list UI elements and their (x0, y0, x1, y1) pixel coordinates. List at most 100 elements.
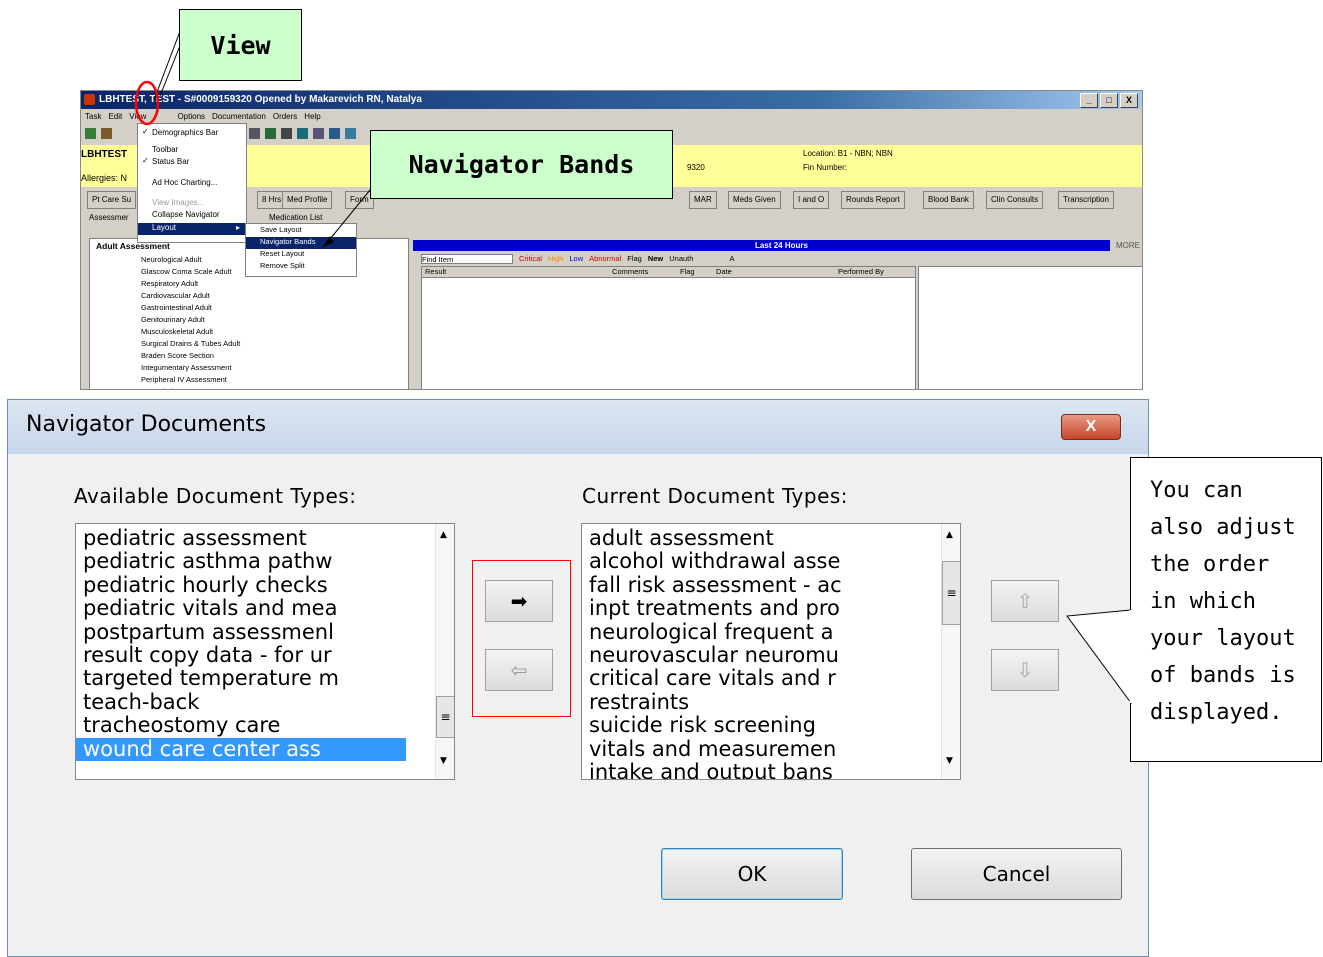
filter-unauth[interactable]: Unauth (669, 254, 693, 264)
available-type-item[interactable]: pediatric asthma pathw (76, 550, 406, 573)
menu-item-demographics-bar[interactable]: Demographics Bar (152, 128, 218, 137)
move-up-button[interactable]: ⇧ (991, 580, 1059, 622)
nav-item[interactable]: Peripheral IV Assessment (141, 374, 240, 386)
tab-transcription[interactable]: Transcription (1058, 191, 1114, 209)
toolbar-icon[interactable] (329, 128, 340, 139)
available-type-item[interactable]: result copy data - for ur (76, 643, 406, 667)
scroll-thumb[interactable]: ≡ (942, 561, 960, 625)
current-type-item[interactable]: neurovascular neuromu (582, 643, 912, 667)
tab-mar[interactable]: MAR (689, 191, 717, 209)
tab-meds-given[interactable]: Meds Given (728, 191, 781, 209)
nav-item[interactable]: Braden Score Section (141, 350, 240, 362)
menu-item-save-layout[interactable]: Save Layout (260, 225, 302, 234)
tab-med-profile[interactable]: Med Profile (282, 191, 333, 209)
current-type-item[interactable]: critical care vitals and r (582, 667, 912, 690)
toolbar-icon[interactable] (281, 128, 292, 139)
tab-blood-bank[interactable]: Blood Bank (923, 191, 974, 209)
nav-item[interactable]: Surgical Drains & Tubes Adult (141, 338, 240, 350)
nav-item[interactable]: Cardiovascular Adult (141, 290, 240, 302)
nav-item[interactable]: Musculoskeletal Adult (141, 326, 240, 338)
scroll-up-icon[interactable]: ▲ (440, 530, 447, 540)
scroll-thumb[interactable]: ≡ (436, 696, 454, 738)
more-button[interactable]: MORE (1110, 240, 1142, 251)
tab-rounds-report[interactable]: Rounds Report (841, 191, 905, 209)
current-type-item[interactable]: restraints (582, 690, 912, 714)
current-type-item[interactable]: alcohol withdrawal asse (582, 550, 912, 573)
menu-orders[interactable]: Orders (273, 110, 297, 124)
ok-button[interactable]: OK (661, 848, 843, 900)
toolbar-icon[interactable] (313, 128, 324, 139)
move-right-button[interactable]: ➡ (485, 580, 553, 622)
nav-item[interactable]: Genitourinary Adult (141, 314, 240, 326)
dialog-close-button[interactable]: X (1061, 414, 1121, 440)
nav-item[interactable]: Integumentary Assessment (141, 362, 240, 374)
close-app-button[interactable]: X (1120, 93, 1138, 108)
column-flag[interactable]: Flag (680, 267, 695, 276)
filter-flag[interactable]: Flag (627, 254, 642, 264)
scroll-up-icon[interactable]: ▲ (946, 530, 953, 540)
filter-low[interactable]: Low (569, 254, 583, 264)
filter-critical[interactable]: Critical (519, 254, 542, 264)
maximize-button[interactable]: □ (1100, 93, 1118, 108)
nav-item[interactable]: Neurological Adult (141, 254, 240, 266)
menu-item-navigator-bands[interactable]: Navigator Bands (246, 237, 356, 249)
menu-item-toolbar[interactable]: Toolbar (152, 145, 178, 154)
available-type-item[interactable]: pediatric hourly checks (76, 573, 406, 597)
menu-edit[interactable]: Edit (108, 110, 122, 124)
nav-item[interactable]: Glascow Coma Scale Adult (141, 266, 240, 278)
column-result[interactable]: Result (425, 267, 446, 276)
available-type-item[interactable]: postpartum assessmenl (76, 620, 406, 644)
scroll-down-icon[interactable]: ▼ (440, 756, 447, 766)
menu-item-remove-split[interactable]: Remove Split (260, 261, 305, 270)
toolbar-icon[interactable] (265, 128, 276, 139)
available-type-item[interactable]: teach-back (76, 690, 406, 714)
tab-i-and-o[interactable]: I and O (793, 191, 830, 209)
available-type-item[interactable]: tracheostomy care (76, 713, 406, 737)
menu-options[interactable]: Options (177, 110, 205, 124)
menu-item-reset-layout[interactable]: Reset Layout (260, 249, 304, 258)
filter-high[interactable]: High (548, 254, 563, 264)
toolbar-icon[interactable] (345, 128, 356, 139)
current-type-item[interactable]: adult assessment (582, 526, 912, 550)
available-type-item[interactable]: targeted temperature m (76, 667, 406, 690)
current-type-item[interactable]: suicide risk screening (582, 713, 912, 737)
menu-help[interactable]: Help (304, 110, 320, 124)
menu-item-status-bar[interactable]: Status Bar (152, 157, 189, 166)
nav-item[interactable]: Gastrointestinal Adult (141, 302, 240, 314)
nav-item[interactable]: Respiratory Adult (141, 278, 240, 290)
tab-pt-care-summary[interactable]: Pt Care Su (87, 191, 137, 209)
tab-assessment[interactable]: Assessmer (89, 213, 129, 222)
available-type-item[interactable]: wound care center ass (76, 737, 406, 761)
cancel-button[interactable]: Cancel (911, 848, 1122, 900)
filter-abnormal[interactable]: Abnormal (589, 254, 621, 264)
current-types-list[interactable]: adult assessment alcohol withdrawal asse f… (581, 523, 961, 780)
toolbar-icon[interactable] (101, 128, 112, 139)
menu-item-layout[interactable]: Layout (138, 223, 246, 235)
move-down-button[interactable]: ⇩ (991, 649, 1059, 691)
available-type-item[interactable]: pediatric assessment (76, 526, 406, 550)
filter-all[interactable]: A (729, 254, 734, 264)
column-date[interactable]: Date (716, 267, 732, 276)
menu-task[interactable]: Task (85, 110, 101, 124)
menu-item-collapse-navigator[interactable]: Collapse Navigator (152, 210, 220, 219)
minimize-button[interactable]: _ (1080, 93, 1098, 108)
filter-new[interactable]: New (648, 254, 663, 264)
tab-clin-consults[interactable]: Clin Consults (986, 191, 1044, 209)
current-type-item[interactable]: inpt treatments and pro (582, 596, 912, 620)
current-type-item[interactable]: fall risk assessment - ac (582, 573, 912, 597)
current-list-scrollbar[interactable]: ▲ ≡ ▼ (941, 524, 960, 779)
available-list-scrollbar[interactable]: ▲ ≡ ▼ (435, 524, 454, 779)
current-type-item[interactable]: intake and output bans (582, 760, 912, 779)
toolbar-icon[interactable] (249, 128, 260, 139)
available-type-item[interactable]: pediatric vitals and mea (76, 596, 406, 620)
column-performed-by[interactable]: Performed By (838, 267, 884, 276)
toolbar-icon[interactable] (297, 128, 308, 139)
menu-item-ad-hoc-charting[interactable]: Ad Hoc Charting... (152, 178, 217, 187)
column-comments[interactable]: Comments (612, 267, 648, 276)
find-item-dropdown[interactable]: Find Item (421, 254, 513, 264)
scroll-down-icon[interactable]: ▼ (946, 756, 953, 766)
menu-view[interactable]: View (129, 110, 146, 124)
menu-documentation[interactable]: Documentation (212, 110, 266, 124)
nav-item[interactable]: Central Line Assessment (141, 386, 240, 389)
available-types-list[interactable]: pediatric assessment pediatric asthma pat… (75, 523, 455, 780)
